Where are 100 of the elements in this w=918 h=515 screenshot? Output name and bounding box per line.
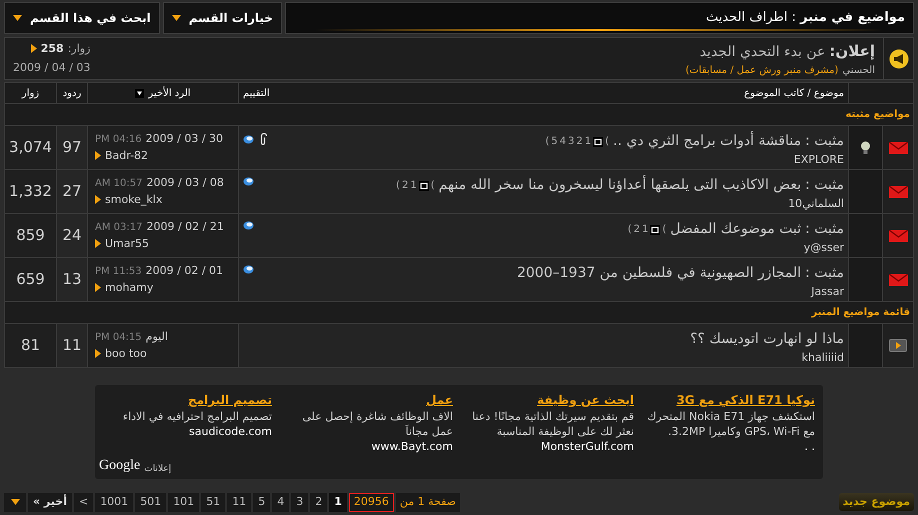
ad-url[interactable]: MonsterGulf.com: [540, 439, 634, 456]
author-name: الحسني: [842, 64, 875, 78]
view-count: 859: [16, 225, 45, 246]
new-thread-button[interactable]: موضوع جديد: [838, 493, 914, 511]
arrow-icon: [95, 283, 101, 292]
thread-title[interactable]: بعض الاكاذيب التى يلصقها أعداؤنا ليسخرون منا سخر الله منهم: [438, 175, 802, 196]
page-link[interactable]: 101: [168, 492, 200, 512]
next-page-link[interactable]: >: [74, 492, 94, 512]
user-link[interactable]: boo too: [105, 346, 147, 362]
page-link[interactable]: 1: [642, 222, 648, 237]
ad-title[interactable]: تصميم البرامج: [188, 391, 272, 409]
thread-title[interactable]: ماذا لو انهارت اتوديسك ؟؟: [690, 329, 844, 350]
page-bracket: (: [430, 179, 435, 193]
view-count: 659: [16, 269, 45, 290]
column-header[interactable]: موضوع / كاتب الموضوع: [744, 86, 844, 100]
reply-count: 13: [62, 269, 82, 290]
reply-date: اليوم: [146, 329, 168, 345]
google-logo: Google: [99, 457, 140, 475]
last-page-link[interactable]: أخير »: [28, 492, 72, 512]
author-name[interactable]: y@sser: [804, 240, 844, 256]
author-role: (مشرف منبر ورش عمل / مسابقات): [685, 64, 838, 78]
page-link[interactable]: 4: [272, 492, 290, 512]
section-header: مواضيع مثبته: [846, 108, 910, 122]
reply-count: 97: [62, 137, 82, 158]
column-header[interactable]: ردود: [57, 83, 87, 103]
user-link[interactable]: Badr-82: [105, 148, 148, 164]
jump-menu-button[interactable]: [4, 492, 26, 512]
thread-title[interactable]: مناقشة أدوات برامج الثري دي ..: [613, 131, 802, 152]
page-link[interactable]: 501: [135, 492, 166, 512]
sticky-prefix: مثبت :: [805, 220, 844, 239]
ad-url[interactable]: saudicode.com: [189, 424, 272, 440]
page-link[interactable]: 1: [584, 134, 592, 149]
ad-url[interactable]: www.Bayt.com: [371, 439, 453, 456]
column-header[interactable]: التقييم: [243, 86, 270, 100]
reply-date: 2009 / 03 / 30: [146, 131, 224, 147]
page-link[interactable]: 51: [201, 492, 226, 512]
user-link[interactable]: mohamy: [105, 280, 154, 296]
ad-title[interactable]: ابحث عن وظيفة: [537, 391, 634, 409]
megaphone-icon: [888, 48, 908, 68]
caret-icon: [172, 15, 181, 21]
arrow-icon: [30, 44, 37, 54]
page-bracket: (: [605, 135, 610, 149]
page-link[interactable]: 3: [291, 492, 308, 512]
page-label: صفحة 1 من: [396, 492, 460, 512]
view-count: 81: [20, 335, 40, 356]
ad-title[interactable]: نوكيا E71 الذكي مع 3G: [676, 391, 815, 409]
ad-text: الاف الوظائف شاغرة إحصل على عمل مجاناَ: [301, 409, 453, 439]
page-link[interactable]: 2: [576, 134, 583, 149]
thread-title[interactable]: المجازر الصهيونية في فلسطين من 1937–2000: [516, 263, 802, 284]
menu-button[interactable]: خيارات القسم: [162, 2, 282, 34]
page-link[interactable]: 2: [310, 492, 328, 512]
ad-text: قم بتقديم سيرتك الذاتية مجانًا! دعنا نعثر لك على الوظيفة المناسبة: [471, 409, 634, 439]
arrow-icon: [95, 349, 101, 358]
caret-icon: [13, 15, 22, 21]
page-link[interactable]: 2: [402, 178, 408, 193]
reply-date: 2009 / 03 / 08: [146, 175, 224, 191]
menu-button[interactable]: ابحث في هذا القسم: [4, 2, 160, 34]
user-link[interactable]: Umar55: [105, 236, 150, 252]
ad-title[interactable]: عمل: [426, 391, 453, 409]
page-link[interactable]: 4: [560, 134, 566, 149]
view-count: 3,074: [9, 137, 52, 158]
sort-icon: [135, 88, 144, 98]
ads-label: إعلانات: [144, 462, 172, 476]
reply-time: AM 03:17: [95, 221, 142, 235]
page-link[interactable]: 3: [568, 134, 574, 149]
ad-text: استكشف جهاز Nokia E71 المتحرك مع GPS، Wi-Fi وكاميرا 3.2MP.: [646, 409, 815, 439]
page-link[interactable]: 1: [329, 492, 347, 512]
announcement-label: إعلان:: [829, 40, 875, 62]
reply-count: 27: [62, 181, 82, 202]
page-link[interactable]: 1: [410, 178, 417, 193]
arrow-icon: [95, 151, 101, 160]
page-bracket: (: [545, 135, 550, 149]
reply-date: 2009 / 02 / 01: [146, 263, 224, 279]
page-link[interactable]: 5: [253, 492, 270, 512]
views-label: زوار:: [68, 40, 90, 57]
author-name[interactable]: Jassar: [811, 284, 844, 300]
author-name[interactable]: khaliiiid: [802, 350, 844, 366]
page-bracket: (: [662, 223, 666, 237]
user-link[interactable]: smoke_klx: [105, 192, 162, 208]
forum-title: مواضيع في منبر : اطراف الحديث: [706, 9, 905, 28]
author-name[interactable]: EXPLORE: [794, 152, 844, 168]
column-header[interactable]: زوار: [5, 83, 56, 103]
sticky-prefix: مثبت :: [805, 264, 844, 283]
page-link[interactable]: 11: [227, 492, 252, 512]
page-link[interactable]: 5: [551, 134, 558, 149]
page-bracket: (: [628, 223, 632, 237]
reply-time: PM 11:53: [95, 265, 142, 279]
sticky-prefix: مثبت :: [805, 176, 844, 195]
page-link[interactable]: 2: [634, 222, 640, 237]
announcement-link[interactable]: عن بدء التحدي الجديد: [700, 42, 826, 62]
thread-title[interactable]: ثبت موضوعك المفضل: [670, 219, 802, 240]
author-name[interactable]: السلماني10: [788, 196, 844, 212]
pages-icon: [418, 180, 429, 190]
section-header: قائمة مواضيع المنبر: [811, 306, 910, 320]
caret-icon: [10, 499, 20, 505]
page-link[interactable]: 1001: [95, 492, 134, 512]
pages-icon: [593, 136, 604, 146]
ad-url[interactable]: . .: [804, 439, 815, 456]
views-count: 258: [40, 40, 64, 56]
reply-count: 24: [62, 225, 82, 246]
